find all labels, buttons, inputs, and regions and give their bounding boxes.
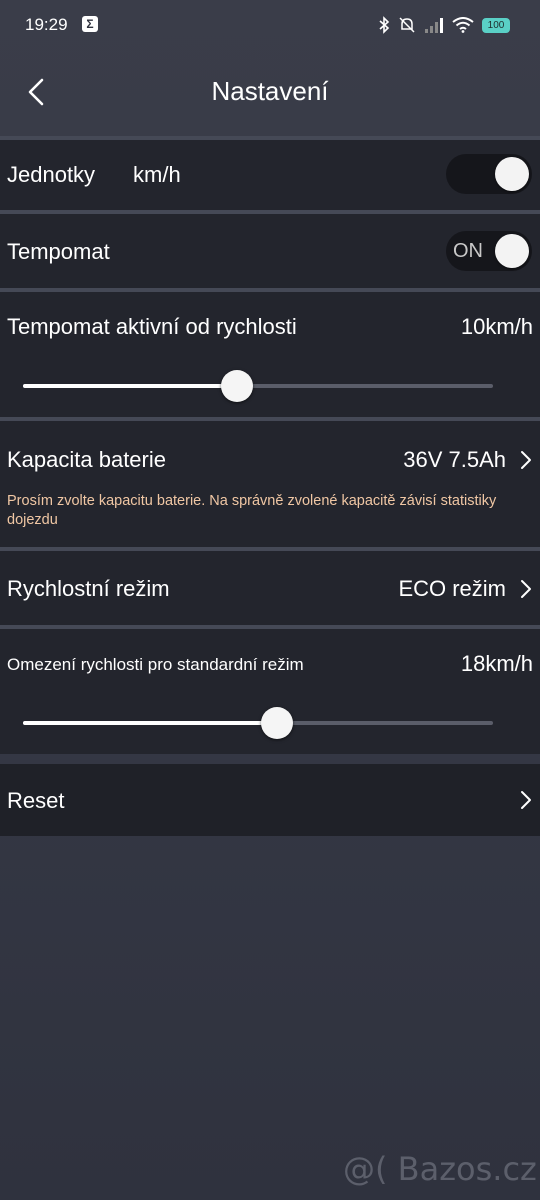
slider-fill bbox=[23, 721, 277, 725]
speed-limit-row: Omezení rychlosti pro standardní režim 1… bbox=[0, 629, 540, 754]
speed-mode-label: Rychlostní režim bbox=[7, 576, 170, 601]
bluetooth-icon bbox=[379, 16, 390, 34]
cruise-label: Tempomat bbox=[7, 239, 110, 264]
page-title: Nastavení bbox=[211, 76, 329, 106]
units-value: km/h bbox=[133, 162, 181, 187]
reset-row[interactable]: Reset bbox=[0, 764, 540, 836]
slider-fill bbox=[23, 384, 237, 388]
header: Nastavení bbox=[0, 52, 540, 136]
wifi-icon bbox=[452, 17, 474, 33]
battery-note: Prosím zvolte kapacitu baterie. Na správ… bbox=[7, 493, 497, 528]
speed-limit-slider[interactable] bbox=[23, 703, 493, 743]
battery-capacity-value: 36V 7.5Ah bbox=[403, 447, 506, 472]
cruise-toggle[interactable]: ON bbox=[446, 231, 532, 271]
slider-thumb[interactable] bbox=[260, 707, 293, 739]
cruise-speed-value: 10km/h bbox=[460, 314, 533, 339]
units-row: Jednotky km/h bbox=[0, 140, 540, 210]
speed-mode-value: ECO režim bbox=[398, 576, 506, 601]
units-toggle[interactable] bbox=[446, 154, 532, 194]
cruise-speed-slider[interactable] bbox=[23, 366, 493, 406]
speed-limit-label: Omezení rychlosti pro standardní režim bbox=[7, 655, 304, 674]
mute-icon bbox=[399, 17, 415, 33]
toggle-knob bbox=[495, 234, 529, 268]
speed-limit-value: 18km/h bbox=[460, 651, 533, 676]
app-notification-icon: Σ bbox=[82, 16, 98, 32]
units-label: Jednotky bbox=[7, 162, 96, 187]
cruise-speed-label: Tempomat aktivní od rychlosti bbox=[7, 314, 297, 339]
status-time: 19:29 bbox=[25, 15, 68, 34]
slider-thumb[interactable] bbox=[220, 370, 253, 402]
battery-capacity-label: Kapacita baterie bbox=[7, 447, 166, 472]
status-bar: 19:29 Σ 100 bbox=[0, 0, 540, 52]
chevron-right-icon bbox=[521, 580, 531, 598]
toggle-knob bbox=[495, 157, 529, 191]
watermark: @( Bazos.cz bbox=[343, 1150, 537, 1188]
status-icons: 100 bbox=[378, 14, 510, 36]
signal-icon bbox=[425, 18, 443, 33]
chevron-right-icon bbox=[521, 791, 531, 809]
cruise-row: Tempomat ON bbox=[0, 214, 540, 288]
toggle-state-text: ON bbox=[453, 240, 483, 262]
speed-mode-row[interactable]: Rychlostní režim ECO režim bbox=[0, 551, 540, 625]
cruise-speed-row: Tempomat aktivní od rychlosti 10km/h bbox=[0, 292, 540, 417]
reset-label: Reset bbox=[7, 788, 65, 813]
chevron-right-icon bbox=[521, 451, 531, 469]
battery-icon: 100 bbox=[482, 17, 510, 33]
